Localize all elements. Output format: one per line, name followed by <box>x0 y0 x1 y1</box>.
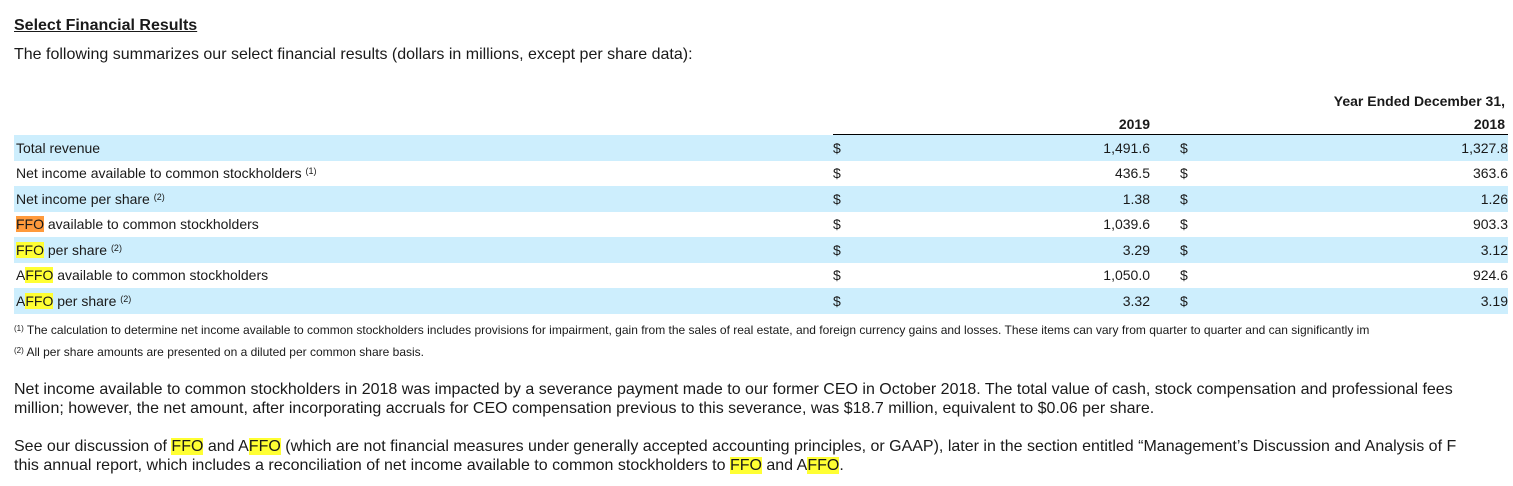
paragraph-line: See our discussion of FFO and AFFO (whic… <box>14 438 1457 455</box>
currency-symbol: $ <box>1180 237 1385 263</box>
currency-symbol: $ <box>833 237 1033 263</box>
currency-symbol: $ <box>1180 186 1385 212</box>
currency-symbol: $ <box>1180 165 1188 182</box>
currency-symbol: $ <box>1180 267 1188 284</box>
search-highlight: FFO <box>25 292 54 309</box>
value-2018: 903.3 <box>1472 216 1508 233</box>
currency-symbol: $ <box>833 288 1033 314</box>
paragraph-line: Net income available to common stockhold… <box>14 381 1453 398</box>
value-2019: 1,491.6 <box>1033 135 1150 161</box>
search-highlight: FFO <box>248 438 281 455</box>
table-row: Net income per share (2) $ 1.38 $ 1.26 <box>14 186 1508 212</box>
currency-symbol: $ <box>833 216 841 233</box>
value-2018: 3.12 <box>1385 237 1508 263</box>
paragraph-line: million; however, the net amount, after … <box>14 400 1155 417</box>
severance-paragraph: Net income available to common stockhold… <box>14 380 1453 418</box>
value-2019: 1,039.6 <box>1103 216 1150 233</box>
currency-symbol: $ <box>1180 216 1188 233</box>
currency-symbol: $ <box>833 165 841 182</box>
row-label: FFO available to common stockholders <box>16 216 259 233</box>
currency-symbol: $ <box>1180 135 1385 161</box>
currency-symbol: $ <box>1180 288 1385 314</box>
currency-symbol: $ <box>833 135 1033 161</box>
financial-results-table: Total revenue $ 1,491.6 $ 1,327.8 Net in… <box>14 135 1508 314</box>
value-2018: 3.19 <box>1385 288 1508 314</box>
value-2019: 3.29 <box>1033 237 1150 263</box>
footnote-ref: (2) <box>153 191 165 202</box>
footnote-ref: (2) <box>110 242 122 253</box>
ffo-discussion-paragraph: See our discussion of FFO and AFFO (whic… <box>14 437 1456 475</box>
row-label: AFFO available to common stockholders <box>16 267 269 284</box>
value-2019: 3.32 <box>1033 288 1150 314</box>
search-highlight-active: FFO <box>16 216 44 233</box>
intro-text: The following summarizes our select fina… <box>14 46 693 63</box>
period-header: Year Ended December 31, <box>1333 93 1505 109</box>
currency-symbol: $ <box>833 267 841 284</box>
row-label: Net income per share (2) <box>14 186 833 212</box>
section-heading: Select Financial Results <box>14 17 198 34</box>
search-highlight: FFO <box>807 457 840 474</box>
value-2018: 363.6 <box>1472 165 1508 182</box>
footnote-marker: (2) <box>14 346 24 355</box>
table-row: Total revenue $ 1,491.6 $ 1,327.8 <box>14 135 1508 161</box>
value-2019: 1.38 <box>1033 186 1150 212</box>
search-highlight: FFO <box>171 438 204 455</box>
row-label: Net income available to common stockhold… <box>16 165 317 182</box>
footnote-2: (2) All per share amounts are presented … <box>14 345 425 359</box>
footnote-ref: (2) <box>120 293 132 304</box>
search-highlight: FFO <box>16 241 44 258</box>
currency-symbol: $ <box>833 186 1033 212</box>
row-label: AFFO per share (2) <box>14 288 833 314</box>
value-2018: 1.26 <box>1385 186 1508 212</box>
footnote-1: (1) The calculation to determine net inc… <box>14 323 1370 337</box>
table-body: Total revenue $ 1,491.6 $ 1,327.8 Net in… <box>14 135 1508 314</box>
row-label: FFO per share (2) <box>14 237 833 263</box>
value-2018: 1,327.8 <box>1385 135 1508 161</box>
search-highlight: FFO <box>729 457 762 474</box>
value-2019: 436.5 <box>1114 165 1150 182</box>
search-highlight: FFO <box>25 267 54 284</box>
value-2018: 924.6 <box>1472 267 1508 284</box>
paragraph-line: this annual report, which includes a rec… <box>14 457 844 474</box>
row-label: Total revenue <box>14 135 833 161</box>
table-row: AFFO per share (2) $ 3.32 $ 3.19 <box>14 288 1508 314</box>
value-2019: 1,050.0 <box>1103 267 1150 284</box>
footnote-marker: (1) <box>14 324 24 333</box>
table-row: FFO per share (2) $ 3.29 $ 3.12 <box>14 237 1508 263</box>
table-row: FFO available to common stockholders $ 1… <box>14 212 1508 238</box>
year-header-2019: 2019 <box>1118 116 1150 132</box>
table-row: Net income available to common stockhold… <box>14 161 1508 187</box>
table-row: AFFO available to common stockholders $ … <box>14 263 1508 289</box>
document-page: Select Financial Results The following s… <box>0 0 1513 486</box>
year-header-2018: 2018 <box>1473 116 1505 132</box>
footnote-ref: (1) <box>305 166 317 177</box>
